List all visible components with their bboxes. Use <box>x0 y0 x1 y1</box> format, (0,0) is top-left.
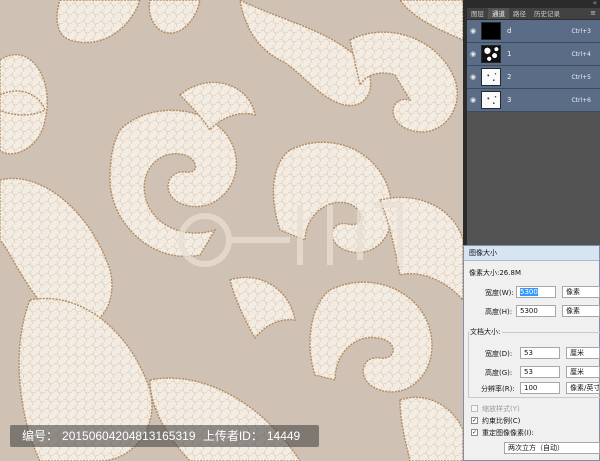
collapse-panel-icon[interactable]: « <box>593 0 597 7</box>
width-unit-select[interactable]: 像素 <box>562 286 600 298</box>
resample-method-select[interactable]: 两次立方（自动） <box>504 442 600 454</box>
visibility-eye-icon[interactable]: ◉ <box>467 96 479 104</box>
channels-empty-area <box>467 112 600 233</box>
panel-header-strip: « <box>467 0 600 8</box>
watermark-uploader-value: 14449 <box>266 429 301 443</box>
width-input[interactable]: 5300 <box>516 286 556 298</box>
channels-panel: « 图层 通道 路径 历史记录 ≡ ◉ d Ctrl+3 ◉ 1 Ctrl+4 … <box>467 0 600 245</box>
channel-shortcut: Ctrl+6 <box>571 96 591 104</box>
visibility-eye-icon[interactable]: ◉ <box>467 50 479 58</box>
document-canvas[interactable]: 编号： 20150604204813165319 上传者ID： 14449 <box>0 0 463 461</box>
channel-row-d[interactable]: ◉ d Ctrl+3 <box>467 20 600 43</box>
channel-name: 3 <box>507 96 512 104</box>
resample-label: 重定图像像素(I): <box>482 429 534 437</box>
tab-layers[interactable]: 图层 <box>467 8 488 19</box>
tab-channels[interactable]: 通道 <box>488 8 509 19</box>
watermark-id-label: 编号： <box>22 429 59 443</box>
channel-thumbnail <box>481 22 501 40</box>
doc-height-unit-select[interactable]: 厘米 <box>566 366 600 378</box>
channel-shortcut: Ctrl+5 <box>571 73 591 81</box>
doc-width-label: 宽度(D): <box>485 350 513 358</box>
channel-shortcut: Ctrl+3 <box>571 27 591 35</box>
resolution-label: 分辨率(R): <box>481 385 515 393</box>
height-label: 高度(H): <box>485 308 513 316</box>
visibility-eye-icon[interactable]: ◉ <box>467 73 479 81</box>
doc-width-input[interactable]: 53 <box>520 347 560 359</box>
image-size-dialog: 图像大小 像素大小:26.8M 宽度(W): 5300 像素 高度(H): 53… <box>463 245 600 461</box>
channel-thumbnail <box>481 45 501 63</box>
scale-styles-label: 缩放样式(Y) <box>482 405 520 413</box>
watermark-id-value: 20150604204813165319 <box>62 429 196 443</box>
constrain-proportions-label: 约束比例(C) <box>482 417 521 425</box>
pixel-dimensions-label: 像素大小:26.8M <box>469 269 521 277</box>
scale-styles-checkbox[interactable] <box>471 405 478 412</box>
resolution-input[interactable]: 100 <box>520 382 560 394</box>
dialog-title[interactable]: 图像大小 <box>464 246 599 261</box>
height-input[interactable]: 5300 <box>516 305 556 317</box>
document-size-label: 文档大小: <box>470 327 503 337</box>
tab-history[interactable]: 历史记录 <box>530 8 564 19</box>
visibility-eye-icon[interactable]: ◉ <box>467 27 479 35</box>
channel-row-3[interactable]: ◉ 3 Ctrl+6 <box>467 89 600 112</box>
watermark-caption: 编号： 20150604204813165319 上传者ID： 14449 <box>10 425 319 447</box>
width-label: 宽度(W): <box>485 289 514 297</box>
baroque-pattern-artwork <box>0 0 463 461</box>
channel-row-2[interactable]: ◉ 2 Ctrl+5 <box>467 66 600 89</box>
resolution-unit-select[interactable]: 像素/英寸 <box>566 382 600 394</box>
panel-tab-bar: 图层 通道 路径 历史记录 ≡ <box>467 8 600 20</box>
tab-paths[interactable]: 路径 <box>509 8 530 19</box>
doc-height-label: 高度(G): <box>485 369 513 377</box>
channel-name: 1 <box>507 50 512 58</box>
channel-thumbnail <box>481 68 501 86</box>
channel-name: 2 <box>507 73 512 81</box>
panel-menu-icon[interactable]: ≡ <box>590 9 596 17</box>
channel-name: d <box>507 27 512 35</box>
resample-checkbox[interactable]: ✓ <box>471 429 478 436</box>
channel-shortcut: Ctrl+4 <box>571 50 591 58</box>
channel-thumbnail <box>481 91 501 109</box>
watermark-uploader-label: 上传者ID： <box>202 429 263 443</box>
doc-height-input[interactable]: 53 <box>520 366 560 378</box>
height-unit-select[interactable]: 像素 <box>562 305 600 317</box>
constrain-proportions-checkbox[interactable]: ✓ <box>471 417 478 424</box>
channel-row-1[interactable]: ◉ 1 Ctrl+4 <box>467 43 600 66</box>
doc-width-unit-select[interactable]: 厘米 <box>566 347 600 359</box>
